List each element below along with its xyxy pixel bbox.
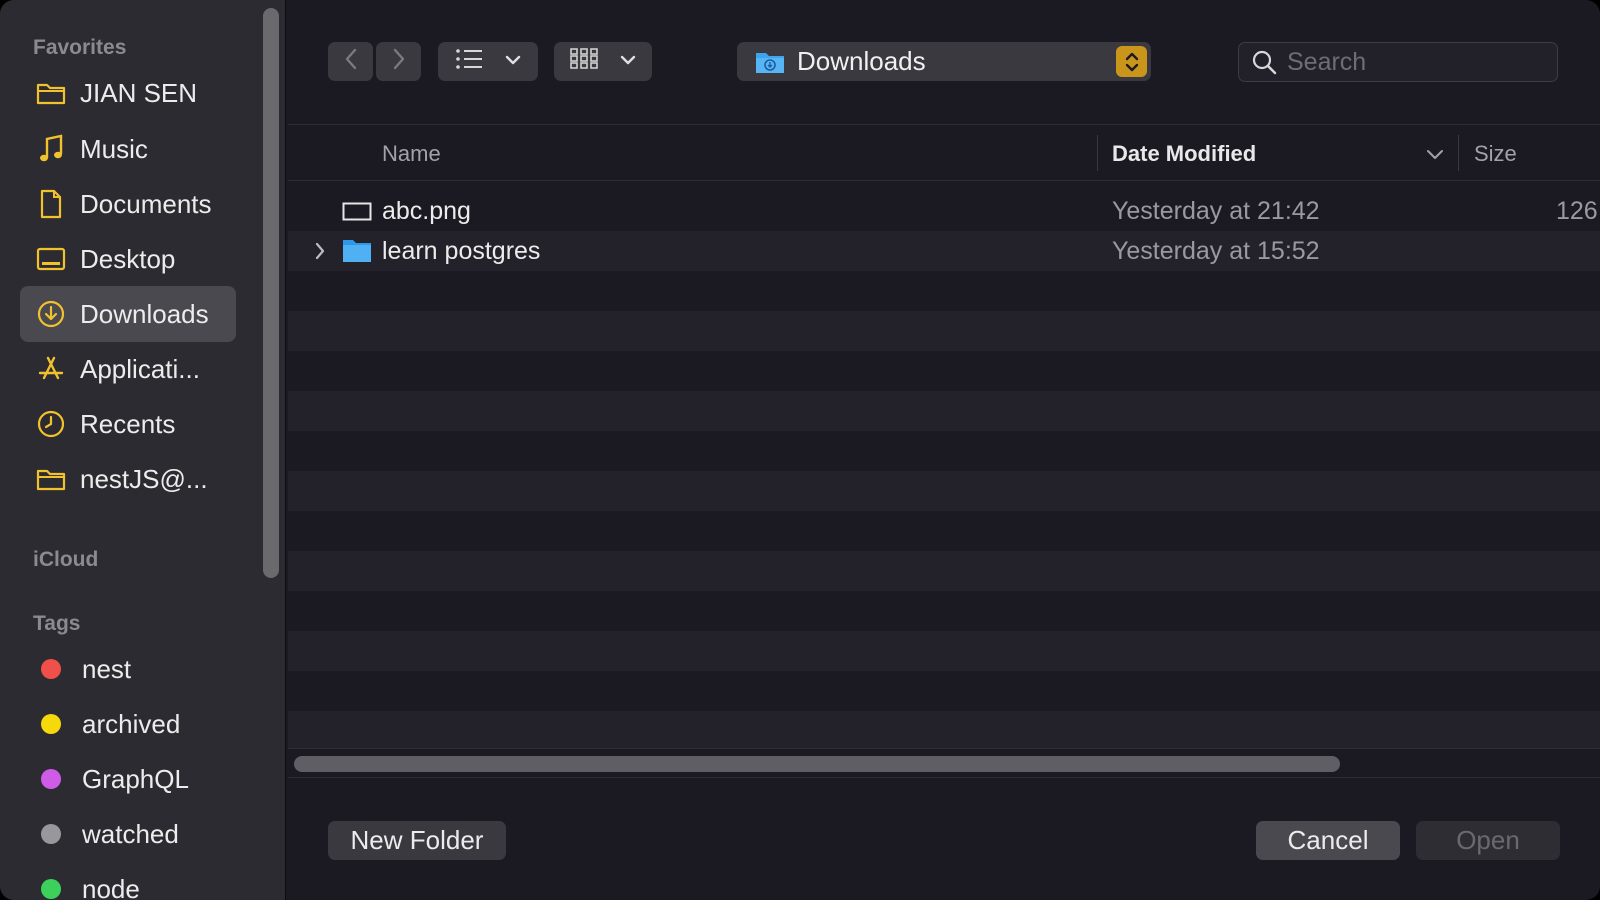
column-name-header[interactable]: Name xyxy=(382,141,441,167)
clock-icon xyxy=(36,409,66,439)
tags-section-title: Tags xyxy=(33,612,81,635)
sidebar-tag-watched[interactable]: watched xyxy=(20,806,236,862)
sidebar-item-label: node xyxy=(82,873,140,900)
applications-icon xyxy=(36,354,66,384)
file-date: Yesterday at 21:42 xyxy=(1112,197,1320,225)
sidebar-item-music[interactable]: Music xyxy=(20,121,236,177)
document-icon xyxy=(36,189,66,219)
image-file-icon xyxy=(342,196,372,226)
cancel-button[interactable]: Cancel xyxy=(1256,821,1400,860)
sidebar-item-recents[interactable]: Recents xyxy=(20,396,236,452)
empty-row xyxy=(288,391,1600,431)
file-row[interactable]: abc.png Yesterday at 21:42 126 xyxy=(288,191,1600,231)
sidebar-item-label: Downloads xyxy=(80,298,209,329)
chevron-right-icon xyxy=(391,47,407,76)
column-header-row: Name Date Modified Size xyxy=(288,124,1600,181)
chevron-down-icon xyxy=(505,53,521,71)
sidebar-tag-nest[interactable]: nest xyxy=(20,641,236,697)
grid-view-button[interactable] xyxy=(554,42,652,81)
sidebar-tag-node[interactable]: node xyxy=(20,861,236,900)
sidebar-tag-archived[interactable]: archived xyxy=(20,696,236,752)
empty-row xyxy=(288,351,1600,391)
sidebar-item-label: nest xyxy=(82,653,132,684)
location-popup[interactable]: Downloads xyxy=(737,42,1151,81)
desktop-icon xyxy=(36,244,66,274)
column-divider[interactable] xyxy=(1097,135,1098,171)
sidebar-item-applications[interactable]: Applicati... xyxy=(20,341,236,397)
empty-row xyxy=(288,631,1600,671)
search-icon xyxy=(1251,49,1277,75)
downloads-folder-icon xyxy=(755,49,785,75)
search-input[interactable] xyxy=(1287,47,1527,77)
file-open-dialog: Favorites JIAN SEN Music Documents Deskt… xyxy=(0,0,1600,900)
tag-color-dot xyxy=(41,879,61,899)
sidebar-item-desktop[interactable]: Desktop xyxy=(20,231,236,287)
folder-icon xyxy=(342,236,372,266)
sidebar-scrollbar[interactable] xyxy=(263,8,279,578)
list-view-button[interactable] xyxy=(438,42,538,81)
empty-row xyxy=(288,271,1600,311)
sidebar-item-label: nestJS@... xyxy=(80,463,208,494)
tag-color-dot xyxy=(41,824,61,844)
horizontal-scroll-thumb[interactable] xyxy=(294,756,1340,772)
file-date: Yesterday at 15:52 xyxy=(1112,237,1320,265)
search-field[interactable] xyxy=(1238,42,1558,82)
sidebar-item-label: watched xyxy=(82,818,179,849)
sidebar-item-label: Documents xyxy=(80,188,212,219)
empty-row xyxy=(288,711,1600,751)
sidebar-item-label: GraphQL xyxy=(82,763,189,794)
file-name: learn postgres xyxy=(382,237,541,265)
favorites-section-title: Favorites xyxy=(33,36,127,59)
tag-color-dot xyxy=(41,714,61,734)
column-size-header[interactable]: Size xyxy=(1474,141,1517,167)
column-date-header[interactable]: Date Modified xyxy=(1112,141,1256,167)
icloud-section-title: iCloud xyxy=(33,548,99,571)
sidebar-tag-graphql[interactable]: GraphQL xyxy=(20,751,236,807)
horizontal-scrollbar[interactable] xyxy=(288,748,1600,778)
sidebar: Favorites JIAN SEN Music Documents Deskt… xyxy=(0,0,286,900)
sidebar-item-nestjs[interactable]: nestJS@... xyxy=(20,451,236,507)
chevron-down-icon xyxy=(620,53,636,71)
sidebar-item-documents[interactable]: Documents xyxy=(20,176,236,232)
folder-icon xyxy=(36,464,66,494)
disclosure-chevron-right-icon[interactable] xyxy=(312,239,328,263)
folder-icon xyxy=(36,78,66,108)
new-folder-button[interactable]: New Folder xyxy=(328,821,506,860)
forward-button[interactable] xyxy=(376,42,421,81)
list-icon xyxy=(455,48,483,75)
grid-icon xyxy=(570,47,598,76)
up-down-chevron-icon xyxy=(1116,46,1147,77)
sidebar-item-label: JIAN SEN xyxy=(80,77,198,108)
empty-row xyxy=(288,511,1600,551)
file-name: abc.png xyxy=(382,197,471,225)
sidebar-item-label: Desktop xyxy=(80,243,176,274)
file-row[interactable]: learn postgres Yesterday at 15:52 xyxy=(288,231,1600,271)
back-button[interactable] xyxy=(328,42,373,81)
empty-row xyxy=(288,671,1600,711)
sidebar-item-label: archived xyxy=(82,708,181,739)
sidebar-item-label: Music xyxy=(80,133,148,164)
chevron-left-icon xyxy=(343,47,359,76)
location-label: Downloads xyxy=(797,46,926,76)
file-size: 126 xyxy=(1556,197,1598,225)
sidebar-item-jian-sen[interactable]: JIAN SEN xyxy=(20,65,236,121)
sidebar-item-downloads[interactable]: Downloads xyxy=(20,286,236,342)
tag-color-dot xyxy=(41,659,61,679)
sort-chevron-down-icon[interactable] xyxy=(1426,147,1444,165)
music-note-icon xyxy=(36,134,66,164)
empty-row xyxy=(288,591,1600,631)
tag-color-dot xyxy=(41,769,61,789)
download-circle-icon xyxy=(36,299,66,329)
empty-row xyxy=(288,311,1600,351)
empty-row xyxy=(288,471,1600,511)
open-button[interactable]: Open xyxy=(1416,821,1560,860)
empty-row xyxy=(288,551,1600,591)
column-divider[interactable] xyxy=(1458,135,1459,171)
file-list: abc.png Yesterday at 21:42 126 learn pos… xyxy=(288,191,1600,751)
sidebar-item-label: Applicati... xyxy=(80,353,200,384)
empty-row xyxy=(288,431,1600,471)
sidebar-item-label: Recents xyxy=(80,408,176,439)
